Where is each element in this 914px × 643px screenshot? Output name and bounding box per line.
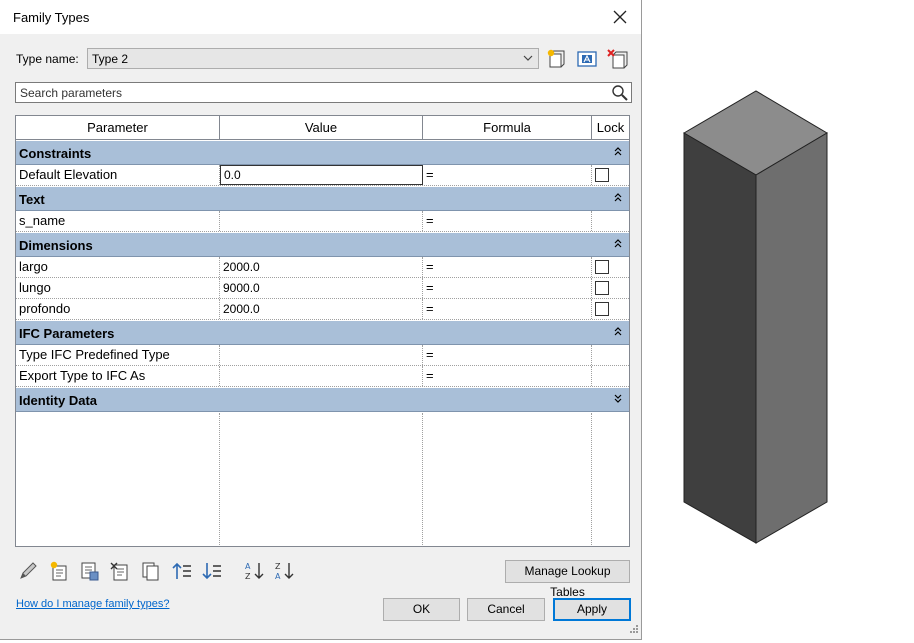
svg-text:A: A — [245, 562, 251, 571]
chevron-down-icon — [522, 52, 534, 67]
group-dimensions[interactable]: Dimensions — [16, 233, 629, 257]
new-type-icon[interactable] — [544, 48, 568, 70]
apply-button[interactable]: Apply — [553, 598, 631, 621]
lock-checkbox[interactable] — [595, 168, 609, 182]
help-link[interactable]: How do I manage family types? — [16, 598, 169, 610]
group-label: Identity Data — [19, 393, 98, 408]
search-box[interactable] — [15, 82, 632, 103]
value-field[interactable]: 2000.0 — [220, 257, 423, 277]
formula-field[interactable]: = — [423, 278, 592, 298]
sort-ascending-icon[interactable]: AZ — [243, 560, 267, 582]
column-header-value[interactable]: Value — [220, 116, 423, 140]
lock-cell — [592, 366, 629, 386]
table-row: largo 2000.0 = — [16, 257, 629, 278]
formula-field[interactable]: = — [423, 165, 592, 185]
search-input[interactable] — [18, 84, 608, 101]
group-constraints[interactable]: Constraints — [16, 141, 629, 165]
formula-field[interactable]: = — [423, 211, 592, 231]
resize-grip-icon[interactable] — [629, 623, 639, 637]
value-field[interactable] — [220, 211, 423, 231]
table-row: Export Type to IFC As = — [16, 366, 629, 387]
formula-field[interactable]: = — [423, 345, 592, 365]
parameter-name: Default Elevation — [16, 165, 220, 185]
empty-column-area — [423, 413, 592, 546]
table-row: Type IFC Predefined Type = — [16, 345, 629, 366]
move-down-icon[interactable] — [200, 560, 224, 582]
parameter-grid: Parameter Value Formula Lock Constraints… — [15, 115, 630, 547]
title-bar: Family Types — [0, 0, 641, 34]
type-name-label: Type name: — [16, 52, 79, 66]
formula-field[interactable]: = — [423, 257, 592, 277]
family-types-dialog: Family Types Type name: Type 2 Search pa… — [0, 0, 642, 640]
lock-checkbox[interactable] — [595, 260, 609, 274]
group-ifc-parameters[interactable]: IFC Parameters — [16, 321, 629, 345]
empty-column-area — [220, 413, 423, 546]
value-field[interactable] — [220, 366, 423, 386]
dialog-title: Family Types — [13, 10, 90, 25]
move-up-icon[interactable] — [170, 560, 194, 582]
new-parameter-icon[interactable] — [47, 560, 71, 582]
delete-parameter-icon[interactable] — [78, 560, 102, 582]
delete-type-icon[interactable] — [606, 48, 630, 70]
table-row: profondo 2000.0 = — [16, 299, 629, 320]
column-header-lock[interactable]: Lock — [592, 116, 629, 140]
table-row: s_name = — [16, 211, 629, 232]
group-identity-data[interactable]: Identity Data — [16, 388, 629, 412]
sort-descending-icon[interactable]: ZA — [273, 560, 297, 582]
lock-checkbox[interactable] — [595, 302, 609, 316]
edit-parameter-icon[interactable] — [16, 560, 40, 582]
collapse-icon[interactable] — [611, 145, 625, 159]
formula-field[interactable]: = — [423, 299, 592, 319]
parameter-name: profondo — [16, 299, 220, 319]
parameter-name: s_name — [16, 211, 220, 231]
parameter-name: Type IFC Predefined Type — [16, 345, 220, 365]
type-name-value: Type 2 — [92, 52, 129, 66]
column-header-parameter[interactable]: Parameter — [16, 116, 220, 140]
collapse-icon[interactable] — [611, 191, 625, 205]
box-3d-model — [683, 90, 828, 544]
collapse-icon[interactable] — [611, 237, 625, 251]
value-field[interactable]: 2000.0 — [220, 299, 423, 319]
formula-field[interactable]: = — [423, 366, 592, 386]
group-text[interactable]: Text — [16, 187, 629, 211]
type-name-dropdown[interactable]: Type 2 — [87, 48, 539, 69]
svg-text:Z: Z — [275, 562, 281, 571]
parameter-name: largo — [16, 257, 220, 277]
close-icon[interactable] — [609, 6, 631, 28]
table-row: Default Elevation 0.0 = — [16, 165, 629, 186]
collapse-icon[interactable] — [611, 325, 625, 339]
table-row: lungo 9000.0 = — [16, 278, 629, 299]
value-field[interactable] — [220, 345, 423, 365]
ok-button[interactable]: OK — [383, 598, 460, 621]
rename-type-icon[interactable] — [575, 48, 599, 70]
group-label: IFC Parameters — [19, 326, 115, 341]
copy-parameter-icon[interactable] — [139, 560, 163, 582]
lock-cell — [592, 345, 629, 365]
svg-text:A: A — [275, 572, 281, 581]
search-icon[interactable] — [611, 84, 629, 105]
cancel-button[interactable]: Cancel — [467, 598, 545, 621]
manage-parameter-icon[interactable] — [108, 560, 132, 582]
3d-viewport[interactable] — [643, 0, 914, 640]
parameter-name: Export Type to IFC As — [16, 366, 220, 386]
expand-icon[interactable] — [611, 392, 625, 406]
lock-checkbox[interactable] — [595, 281, 609, 295]
empty-column-area — [16, 413, 220, 546]
lock-cell — [592, 211, 629, 231]
group-label: Constraints — [19, 146, 92, 161]
svg-text:Z: Z — [245, 572, 251, 581]
value-field[interactable]: 0.0 — [220, 165, 423, 185]
parameter-name: lungo — [16, 278, 220, 298]
group-label: Dimensions — [19, 238, 93, 253]
manage-lookup-tables-button[interactable]: Manage Lookup Tables — [505, 560, 630, 599]
column-header-formula[interactable]: Formula — [423, 116, 592, 140]
group-label: Text — [19, 192, 45, 207]
value-field[interactable]: 9000.0 — [220, 278, 423, 298]
